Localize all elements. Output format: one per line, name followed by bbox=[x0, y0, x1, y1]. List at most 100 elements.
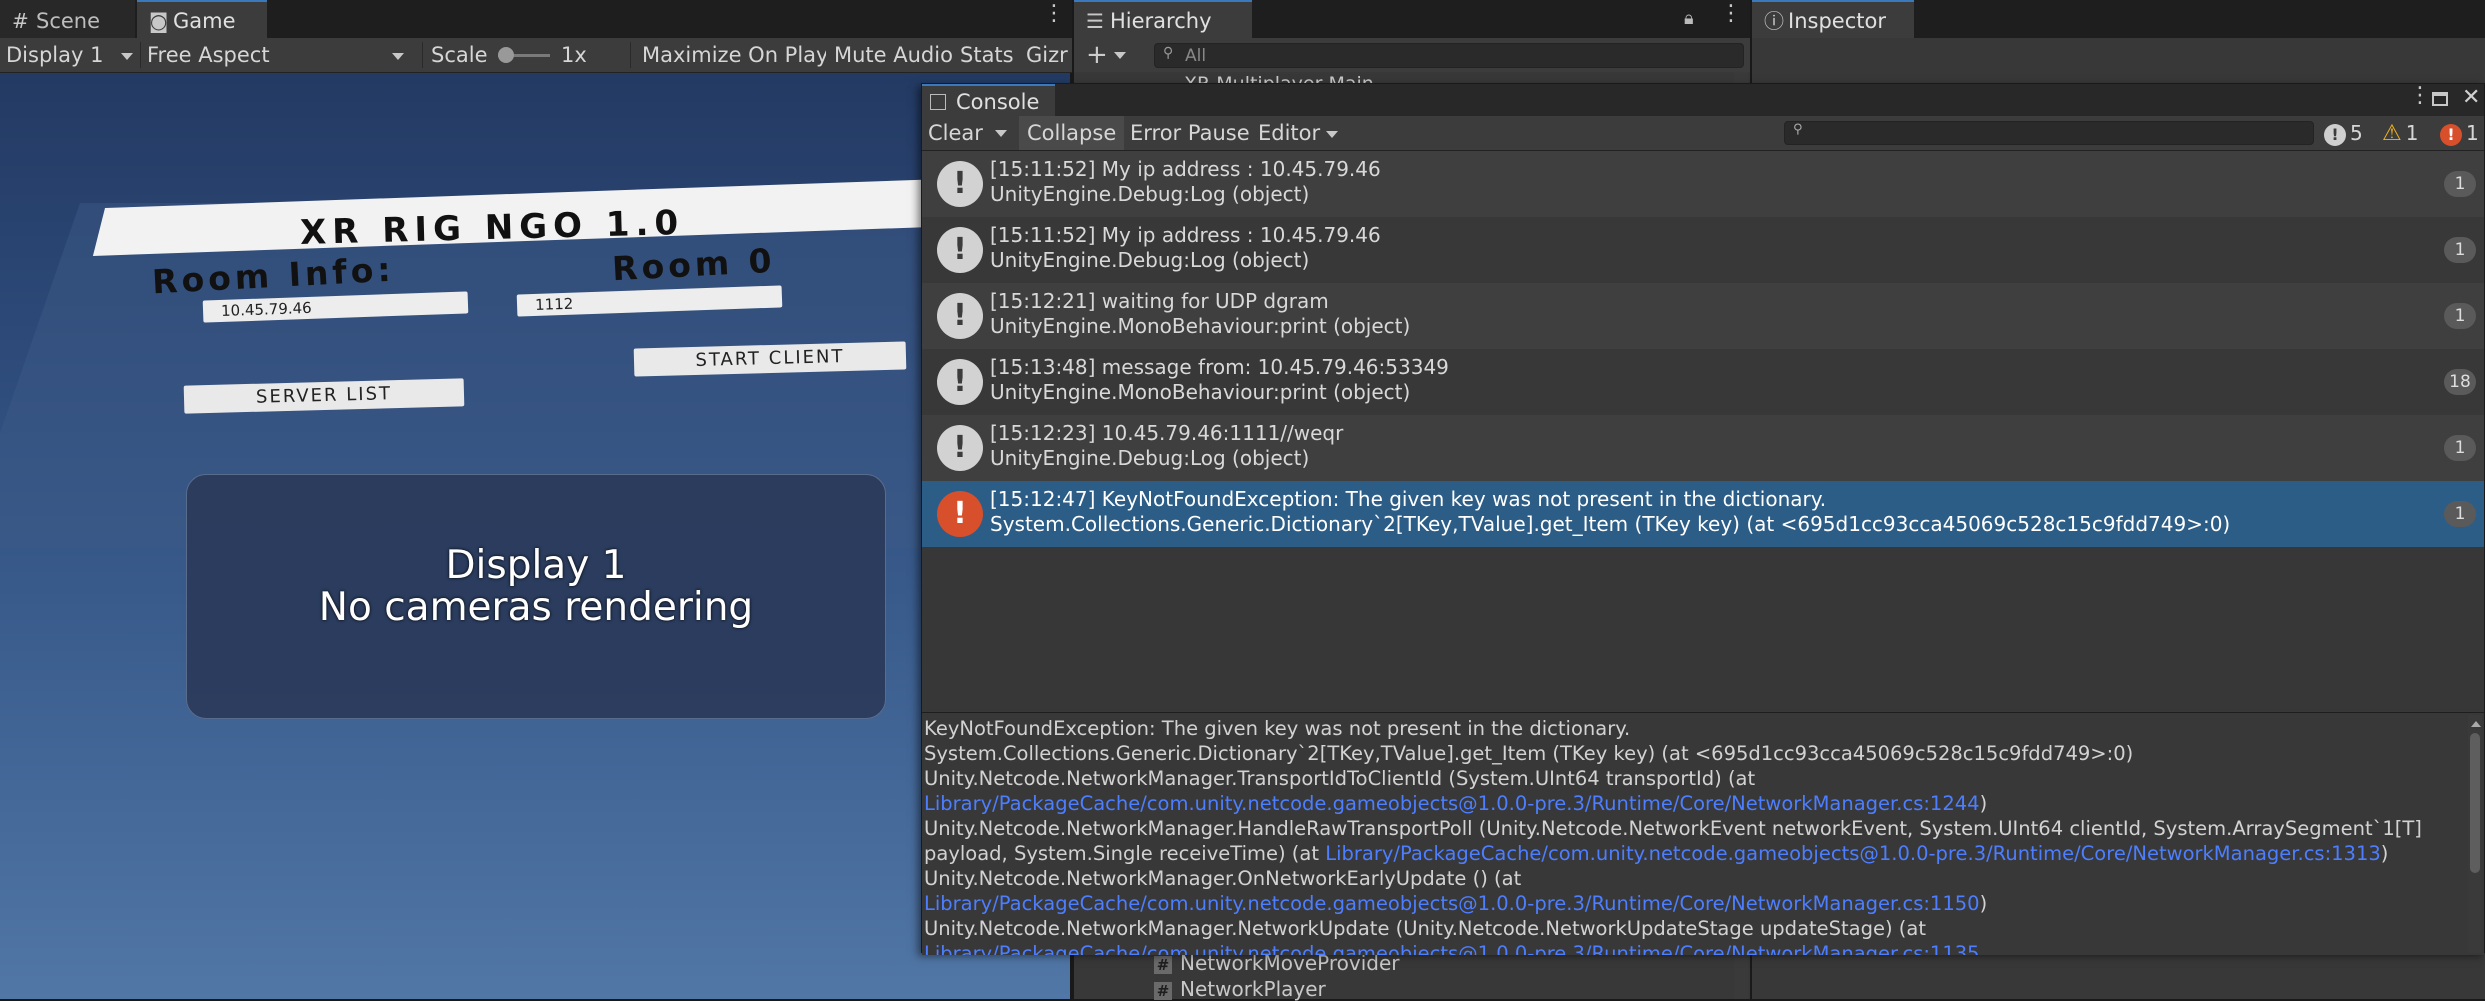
log-count-badge: 1 bbox=[2444, 237, 2476, 263]
divider bbox=[140, 42, 141, 68]
stack-line: KeyNotFoundException: The given key was … bbox=[924, 717, 1631, 740]
console-stacktrace[interactable]: KeyNotFoundException: The given key was … bbox=[922, 712, 2484, 955]
console-search-input[interactable]: ⚲ bbox=[1784, 121, 2314, 145]
log-count-badge: 1 bbox=[2444, 171, 2476, 197]
aspect-dropdown[interactable]: Free Aspect bbox=[147, 38, 404, 72]
log-entry[interactable]: ! [15:12:23] 10.45.79.46:1111//weqr Unit… bbox=[922, 415, 2484, 481]
tab-inspector[interactable]: ⓘ Inspector bbox=[1752, 0, 1914, 38]
chevron-down-icon[interactable] bbox=[1114, 52, 1126, 59]
info-log-icon: ! bbox=[937, 161, 983, 207]
clear-button[interactable]: Clear bbox=[928, 116, 983, 150]
search-icon: ⚲ bbox=[1163, 45, 1174, 61]
log-message: [15:11:52] My ip address : 10.45.79.46 bbox=[990, 223, 1381, 247]
hierarchy-search-placeholder: All bbox=[1185, 46, 1207, 66]
console-title-bar: Console ⋮ ✕ bbox=[922, 84, 2484, 116]
log-source: UnityEngine.MonoBehaviour:print (object) bbox=[990, 380, 1411, 404]
scale-slider-handle[interactable] bbox=[498, 47, 514, 63]
stack-line: Library/PackageCache/com.unity.netcode.g… bbox=[924, 792, 1987, 815]
log-count-badge: 1 bbox=[2444, 501, 2476, 527]
chevron-down-icon bbox=[1326, 130, 1339, 138]
tab-console[interactable]: Console bbox=[922, 84, 1056, 116]
stack-source-link[interactable]: Library/PackageCache/com.unity.netcode.g… bbox=[924, 942, 1980, 955]
console-menu-icon[interactable]: ⋮ bbox=[2409, 85, 2431, 107]
log-message: [15:12:21] waiting for UDP dgram bbox=[990, 289, 1329, 313]
left-panel-menu-icon[interactable]: ⋮ bbox=[1043, 3, 1065, 25]
log-message: [15:12:23] 10.45.79.46:1111//weqr bbox=[990, 421, 1344, 445]
tab-scene-label: Scene bbox=[36, 9, 101, 33]
tab-inspector-label: Inspector bbox=[1788, 9, 1886, 33]
tab-hierarchy[interactable]: ☰ Hierarchy bbox=[1074, 0, 1252, 38]
divider bbox=[630, 42, 631, 68]
editor-dropdown[interactable]: Editor bbox=[1258, 116, 1339, 150]
gizmos-button[interactable]: Gizr bbox=[1022, 40, 1072, 70]
log-count-badge: 18 bbox=[2444, 369, 2476, 395]
game-toolbar: Display 1 Free Aspect Scale 1x Maximize … bbox=[0, 38, 1072, 73]
no-camera-display: Display 1 bbox=[445, 543, 627, 588]
warning-count-toggle[interactable]: ⚠ 1 bbox=[2382, 120, 2418, 146]
log-entry[interactable]: ! [15:11:52] My ip address : 10.45.79.46… bbox=[922, 217, 2484, 283]
grid-icon: # bbox=[12, 9, 29, 33]
hierarchy-item[interactable]: # NetworkPlayer bbox=[1154, 977, 1734, 1001]
left-tab-strip: # Scene ◙ Game ⋮ bbox=[0, 0, 1072, 38]
console-toolbar: Clear Collapse Error Pause Editor ⚲ ! 5 ⚠… bbox=[922, 116, 2484, 151]
log-entry[interactable]: ! [15:11:52] My ip address : 10.45.79.46… bbox=[922, 151, 2484, 217]
clear-options-chevron-icon[interactable] bbox=[995, 130, 1007, 137]
stack-line-tail: ) bbox=[1979, 892, 1988, 915]
hierarchy-toolbar: + ⚲ All bbox=[1074, 38, 1750, 72]
hierarchy-search-input[interactable]: ⚲ All bbox=[1154, 43, 1744, 68]
hierarchy-tab-strip: ☰ Hierarchy 🔒︎ ⋮ bbox=[1074, 0, 1750, 38]
lock-icon[interactable]: 🔒︎ bbox=[1684, 8, 1694, 29]
log-entry[interactable]: ! [15:13:48] message from: 10.45.79.46:5… bbox=[922, 349, 2484, 415]
hierarchy-menu-icon[interactable]: ⋮ bbox=[1720, 3, 1742, 25]
log-count-badge: 1 bbox=[2444, 435, 2476, 461]
log-source: UnityEngine.MonoBehaviour:print (object) bbox=[990, 314, 1411, 338]
collapse-button[interactable]: Collapse bbox=[1019, 116, 1125, 150]
display-dropdown-label: Display 1 bbox=[6, 43, 104, 67]
error-count-toggle[interactable]: ! 1 bbox=[2440, 120, 2479, 146]
error-pause-button[interactable]: Error Pause bbox=[1130, 116, 1250, 150]
script-icon: # bbox=[1154, 956, 1172, 974]
no-camera-message: No cameras rendering bbox=[318, 585, 754, 630]
log-count: 5 bbox=[2350, 121, 2363, 145]
error-log-icon: ! bbox=[937, 491, 983, 537]
stack-source-link[interactable]: Library/PackageCache/com.unity.netcode.g… bbox=[924, 892, 1980, 915]
add-icon[interactable]: + bbox=[1086, 40, 1108, 70]
log-count-badge: 1 bbox=[2444, 303, 2476, 329]
close-icon[interactable]: ✕ bbox=[2462, 85, 2480, 110]
stack-line: Unity.Netcode.NetworkManager.NetworkUpda… bbox=[924, 917, 1927, 940]
tab-scene[interactable]: # Scene bbox=[0, 0, 135, 38]
maximize-icon[interactable] bbox=[2432, 92, 2448, 106]
console-window: Console ⋮ ✕ Clear Collapse Error Pause E… bbox=[921, 83, 2485, 955]
tab-game[interactable]: ◙ Game bbox=[137, 0, 267, 38]
log-count-toggle[interactable]: ! 5 bbox=[2324, 120, 2363, 146]
log-entry-selected[interactable]: ! [15:12:47] KeyNotFoundException: The g… bbox=[922, 481, 2484, 547]
log-icon: ! bbox=[2324, 123, 2346, 146]
editor-dropdown-label: Editor bbox=[1258, 121, 1321, 145]
warning-count: 1 bbox=[2405, 121, 2419, 145]
stack-source-link[interactable]: Library/PackageCache/com.unity.netcode.g… bbox=[1325, 842, 2381, 865]
hierarchy-partial-item[interactable]: XR Multiplayer Main bbox=[1184, 71, 1374, 83]
stack-line: Unity.Netcode.NetworkManager.TransportId… bbox=[924, 767, 1756, 790]
stack-line-tail: ) bbox=[1979, 792, 1988, 815]
stack-line: payload, System.Single receiveTime) (at … bbox=[924, 842, 2388, 865]
scale-value: 1x bbox=[561, 43, 587, 67]
stats-button[interactable]: Stats bbox=[952, 40, 1022, 70]
scrollbar-thumb[interactable] bbox=[2470, 733, 2480, 873]
log-entry[interactable]: ! [15:12:21] waiting for UDP dgram Unity… bbox=[922, 283, 2484, 349]
info-log-icon: ! bbox=[937, 425, 983, 471]
hierarchy-item-label: NetworkPlayer bbox=[1180, 977, 1326, 1001]
error-count: 1 bbox=[2466, 121, 2479, 145]
display-dropdown[interactable]: Display 1 bbox=[6, 38, 134, 72]
stacktrace-scrollbar[interactable] bbox=[2468, 715, 2482, 953]
stack-line: Library/PackageCache/com.unity.netcode.g… bbox=[924, 892, 1987, 915]
mute-audio-button[interactable]: Mute Audio bbox=[826, 40, 961, 70]
stack-source-link[interactable]: Library/PackageCache/com.unity.netcode.g… bbox=[924, 792, 1980, 815]
log-source: UnityEngine.Debug:Log (object) bbox=[990, 446, 1310, 470]
stack-line-tail: ) bbox=[2380, 842, 2389, 865]
list-icon: ☰ bbox=[1086, 9, 1104, 33]
scroll-up-icon[interactable] bbox=[2471, 721, 2481, 727]
maximize-on-play-button[interactable]: Maximize On Play bbox=[634, 40, 837, 70]
tab-hierarchy-label: Hierarchy bbox=[1110, 9, 1212, 33]
game-view[interactable]: XR RIG NGO 1.0 Room Info: Room 0 10.45.7… bbox=[0, 73, 1070, 999]
scale-slider[interactable] bbox=[498, 47, 550, 63]
